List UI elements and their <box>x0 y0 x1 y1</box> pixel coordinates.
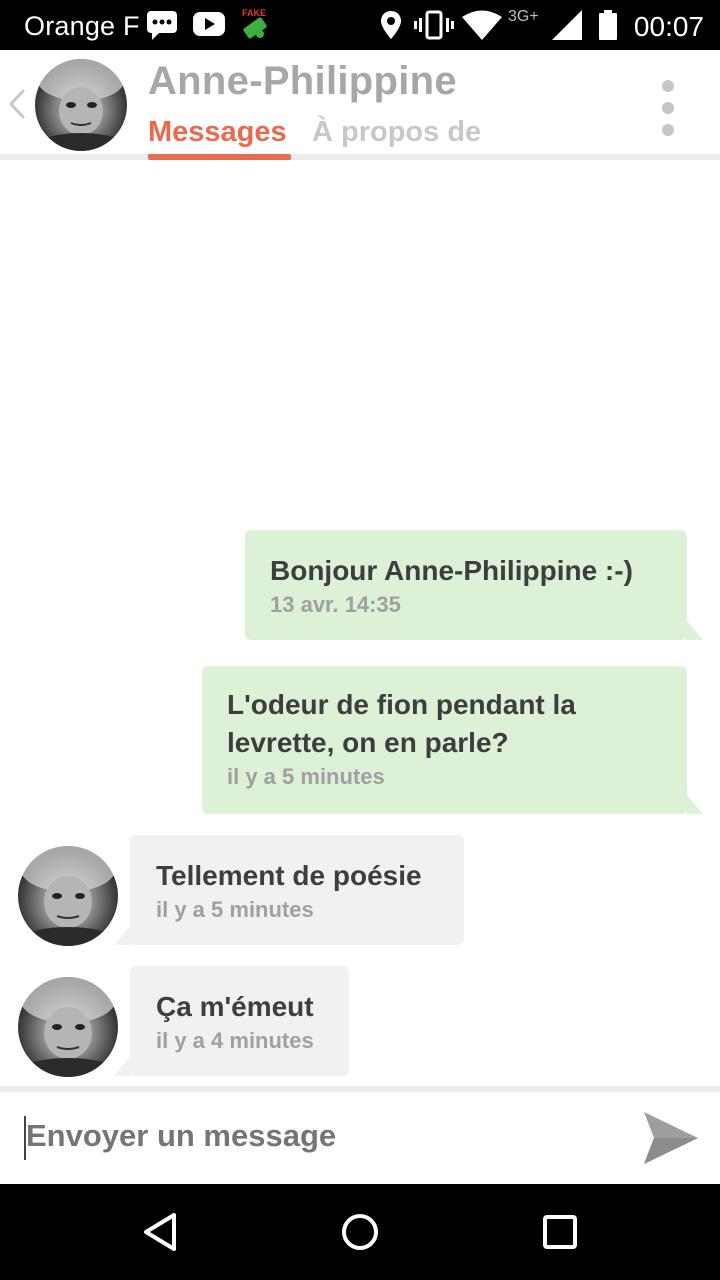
message-bubble-outgoing[interactable]: Bonjour Anne-Philippine :-) 13 avr. 14:3… <box>245 530 687 640</box>
youtube-icon <box>192 10 226 45</box>
battery-icon <box>598 10 618 47</box>
message-composer <box>0 1092 720 1184</box>
network-type-label: 3G+ <box>508 8 539 25</box>
message-timestamp: il y a 4 minutes <box>156 1028 314 1053</box>
clock: 00:07 <box>633 11 704 42</box>
fake-gps-icon: FAKE <box>238 6 274 51</box>
message-text: Bonjour Anne-Philippine :-) <box>270 555 633 586</box>
sender-avatar[interactable] <box>18 977 118 1077</box>
bubble-tail <box>114 1056 131 1076</box>
message-timestamp: 13 avr. 14:35 <box>270 592 401 617</box>
contact-avatar[interactable] <box>35 59 127 151</box>
message-timestamp: il y a 5 minutes <box>227 764 385 789</box>
vibrate-icon <box>414 10 454 47</box>
sender-avatar[interactable] <box>18 846 118 946</box>
bubble-tail <box>686 794 703 814</box>
contact-name: Anne-Philippine <box>148 59 457 103</box>
carrier-label: Orange F <box>24 11 140 41</box>
conversation-header: Anne-Philippine Messages À propos de <box>0 50 720 160</box>
bubble-tail <box>114 925 131 945</box>
message-text: Tellement de poésie <box>156 860 422 891</box>
messenger-icon <box>146 10 178 47</box>
message-input[interactable] <box>26 1118 586 1154</box>
message-text-line: L'odeur de fion pendant la <box>227 689 576 720</box>
bubble-tail <box>686 620 703 640</box>
home-nav-icon[interactable] <box>340 1212 380 1257</box>
message-bubble-outgoing[interactable]: L'odeur de fion pendant la levrette, on … <box>202 666 687 814</box>
tab-about[interactable]: À propos de <box>312 116 481 149</box>
wifi-icon <box>462 10 502 47</box>
message-timestamp: il y a 5 minutes <box>156 897 314 922</box>
more-options-icon[interactable] <box>662 80 676 146</box>
send-icon[interactable] <box>642 1110 700 1171</box>
system-nav-bar <box>0 1184 720 1280</box>
tab-messages[interactable]: Messages <box>148 116 287 149</box>
recents-nav-icon[interactable] <box>542 1212 578 1257</box>
back-arrow-icon[interactable] <box>6 86 28 127</box>
signal-icon <box>550 10 584 47</box>
message-text-line: levrette, on en parle? <box>227 727 509 758</box>
active-tab-indicator <box>148 154 291 160</box>
message-text: Ça m'émeut <box>156 991 314 1022</box>
svg-text:FAKE: FAKE <box>242 8 266 18</box>
message-bubble-incoming[interactable]: Tellement de poésie il y a 5 minutes <box>130 835 464 945</box>
back-nav-icon[interactable] <box>142 1212 178 1257</box>
location-icon <box>380 10 402 47</box>
message-bubble-incoming[interactable]: Ça m'émeut il y a 4 minutes <box>130 966 349 1076</box>
status-bar: Orange F FAKE 3G+ 00:07 <box>0 0 720 50</box>
